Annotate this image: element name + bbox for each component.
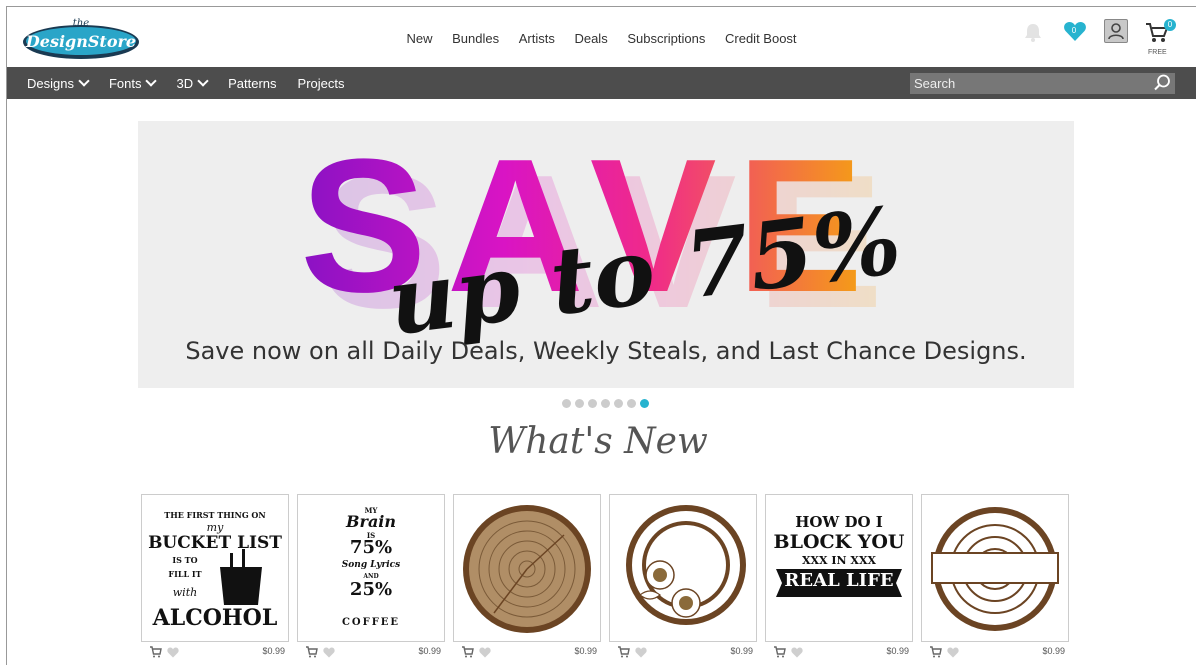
product-price: $0.99 xyxy=(262,646,285,656)
product-card[interactable] xyxy=(921,494,1069,642)
heart-icon[interactable] xyxy=(479,647,491,658)
category-menu-bar: Designs Fonts 3D Patterns Projects xyxy=(7,67,1196,99)
nav-new[interactable]: New xyxy=(406,31,432,46)
menu-3d-label: 3D xyxy=(176,75,194,91)
product-actions: $0.99 xyxy=(453,646,601,660)
carousel-dots xyxy=(562,399,653,409)
chevron-down-icon xyxy=(197,75,209,87)
add-to-cart-icon[interactable] xyxy=(305,646,318,658)
top-navigation: New Bundles Artists Deals Subscriptions … xyxy=(7,31,1196,46)
add-to-cart-icon[interactable] xyxy=(617,646,630,658)
logo-small-text: the xyxy=(73,18,89,29)
menu-fonts[interactable]: Fonts xyxy=(108,75,158,91)
carousel-dot[interactable] xyxy=(601,399,610,408)
product-actions: $0.99 xyxy=(921,646,1069,660)
product-text: REAL LIFE xyxy=(784,570,894,591)
site-header: the DesignStore New Bundles Artists Deal… xyxy=(7,7,1196,67)
product-price: $0.99 xyxy=(886,646,909,656)
search-icon[interactable] xyxy=(1152,73,1172,93)
menu-designs[interactable]: Designs xyxy=(27,75,90,91)
heart-icon[interactable] xyxy=(167,647,179,658)
carousel-dot[interactable] xyxy=(627,399,636,408)
carousel-dot[interactable] xyxy=(575,399,584,408)
cart-free-label: FREE xyxy=(1148,49,1167,56)
product-text: Brain xyxy=(345,512,397,531)
wood-wreath-graphic xyxy=(626,505,746,625)
carousel-dot[interactable] xyxy=(614,399,623,408)
product-text: COFFEE xyxy=(341,617,401,628)
product-card[interactable] xyxy=(609,494,757,642)
heart-icon[interactable] xyxy=(323,647,335,658)
product-grid: THE FIRST THING ON my BUCKET LIST IS TO … xyxy=(141,494,1071,664)
menu-patterns[interactable]: Patterns xyxy=(228,76,276,91)
product-actions: $0.99 xyxy=(141,646,289,660)
ribbon-graphic xyxy=(776,569,902,597)
product-card[interactable] xyxy=(453,494,601,642)
product-price: $0.99 xyxy=(574,646,597,656)
heart-icon[interactable] xyxy=(947,647,959,658)
heart-icon[interactable] xyxy=(635,647,647,658)
add-to-cart-icon[interactable] xyxy=(929,646,942,658)
section-title: What's New xyxy=(488,421,708,462)
nav-deals[interactable]: Deals xyxy=(574,31,607,46)
product-text: Song Lyrics xyxy=(341,560,401,570)
wishlist-count: 0 xyxy=(1071,26,1077,35)
add-to-cart-icon[interactable] xyxy=(149,646,162,658)
product-text: ALCOHOL xyxy=(152,605,278,631)
product-text: 25% xyxy=(349,579,393,600)
nav-subscriptions[interactable]: Subscriptions xyxy=(627,31,705,46)
carousel-dot-active[interactable] xyxy=(640,399,649,408)
cart-count-badge: 0 xyxy=(1164,19,1176,31)
carousel-dot[interactable] xyxy=(562,399,571,408)
product-price: $0.99 xyxy=(418,646,441,656)
product-price: $0.99 xyxy=(730,646,753,656)
product-card[interactable]: MY Brain IS 75% Song Lyrics AND 25% COFF… xyxy=(297,494,445,642)
wood-slice-graphic xyxy=(463,505,591,633)
menu-projects[interactable]: Projects xyxy=(298,76,345,91)
product-text: 75% xyxy=(349,537,393,558)
menu-3d[interactable]: 3D xyxy=(176,75,209,91)
nav-bundles[interactable]: Bundles xyxy=(452,31,499,46)
menu-fonts-label: Fonts xyxy=(108,75,142,91)
product-price: $0.99 xyxy=(1042,646,1065,656)
product-actions: $0.99 xyxy=(765,646,913,660)
chevron-down-icon xyxy=(145,75,158,87)
split-wood-slice-graphic xyxy=(931,507,1059,631)
product-card[interactable]: HOW DO I BLOCK YOU XXX IN XXX REAL LIFE xyxy=(765,494,913,642)
user-icon[interactable] xyxy=(1104,19,1128,43)
product-actions: $0.99 xyxy=(297,646,445,660)
add-to-cart-icon[interactable] xyxy=(461,646,474,658)
product-card[interactable]: THE FIRST THING ON my BUCKET LIST IS TO … xyxy=(141,494,289,642)
chevron-down-icon xyxy=(78,75,90,87)
bell-icon[interactable] xyxy=(1022,21,1044,43)
carousel-dot[interactable] xyxy=(588,399,597,408)
product-actions: $0.99 xyxy=(609,646,757,660)
banner-subtitle: Save now on all Daily Deals, Weekly Stea… xyxy=(185,337,1027,365)
menu-designs-label: Designs xyxy=(27,75,74,91)
add-to-cart-icon[interactable] xyxy=(773,646,786,658)
heart-icon[interactable] xyxy=(791,647,803,658)
search-input[interactable] xyxy=(910,73,1175,94)
nav-artists[interactable]: Artists xyxy=(519,31,555,46)
nav-credit-boost[interactable]: Credit Boost xyxy=(725,31,797,46)
promo-banner[interactable]: SAVE SAVE up to 75% Save now on all Dail… xyxy=(138,121,1074,388)
